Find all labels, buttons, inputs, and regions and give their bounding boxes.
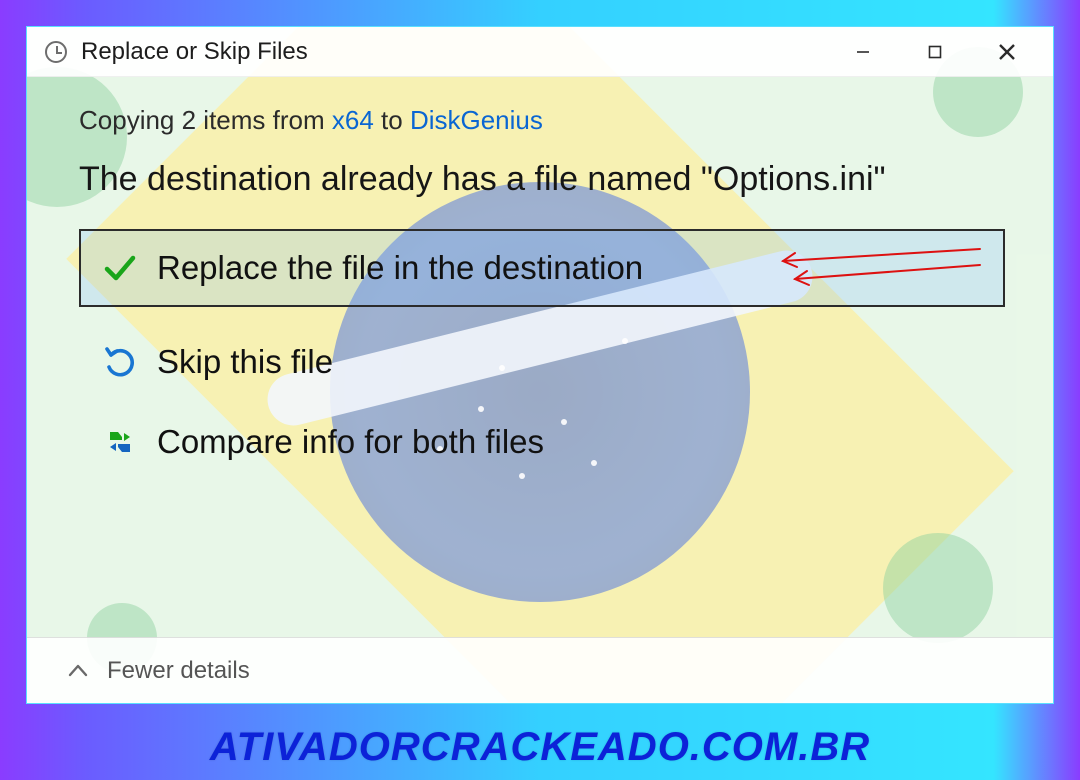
option-compare[interactable]: Compare info for both files: [79, 417, 1005, 467]
option-replace-label: Replace the file in the destination: [157, 249, 643, 287]
option-replace[interactable]: Replace the file in the destination: [79, 229, 1005, 307]
option-compare-label: Compare info for both files: [157, 423, 544, 461]
titlebar: Replace or Skip Files: [27, 27, 1053, 77]
maximize-button[interactable]: [899, 27, 971, 77]
dialog-body: Copying 2 items from x64 to DiskGenius T…: [27, 77, 1053, 637]
options-list: Replace the file in the destination: [79, 229, 1005, 467]
check-icon: [103, 251, 137, 285]
copy-mid: to: [374, 105, 410, 135]
outer-gradient-frame: Replace or Skip Files Copying 2 items fr…: [0, 0, 1080, 780]
dialog-window: Replace or Skip Files Copying 2 items fr…: [26, 26, 1054, 704]
option-skip-label: Skip this file: [157, 343, 333, 381]
source-link[interactable]: x64: [332, 105, 374, 135]
dialog-footer: Fewer details: [27, 637, 1053, 703]
option-skip[interactable]: Skip this file: [79, 337, 1005, 387]
copy-prefix: Copying 2 items from: [79, 105, 332, 135]
destination-link[interactable]: DiskGenius: [410, 105, 543, 135]
annotation-arrows-icon: [765, 237, 985, 297]
chevron-up-icon: [67, 660, 89, 682]
clock-icon: [45, 41, 67, 63]
copy-progress-line: Copying 2 items from x64 to DiskGenius: [79, 105, 1005, 136]
fewer-details-toggle[interactable]: Fewer details: [107, 657, 250, 685]
undo-icon: [103, 345, 137, 379]
minimize-icon: [855, 44, 871, 60]
close-icon: [998, 43, 1016, 61]
minimize-button[interactable]: [827, 27, 899, 77]
maximize-icon: [927, 44, 943, 60]
conflict-headline: The destination already has a file named…: [79, 160, 1005, 199]
compare-icon: [103, 425, 137, 459]
close-button[interactable]: [971, 27, 1043, 77]
watermark-text: ATIVADORCRACKEADO.COM.BR: [0, 725, 1080, 770]
window-title: Replace or Skip Files: [81, 38, 308, 66]
